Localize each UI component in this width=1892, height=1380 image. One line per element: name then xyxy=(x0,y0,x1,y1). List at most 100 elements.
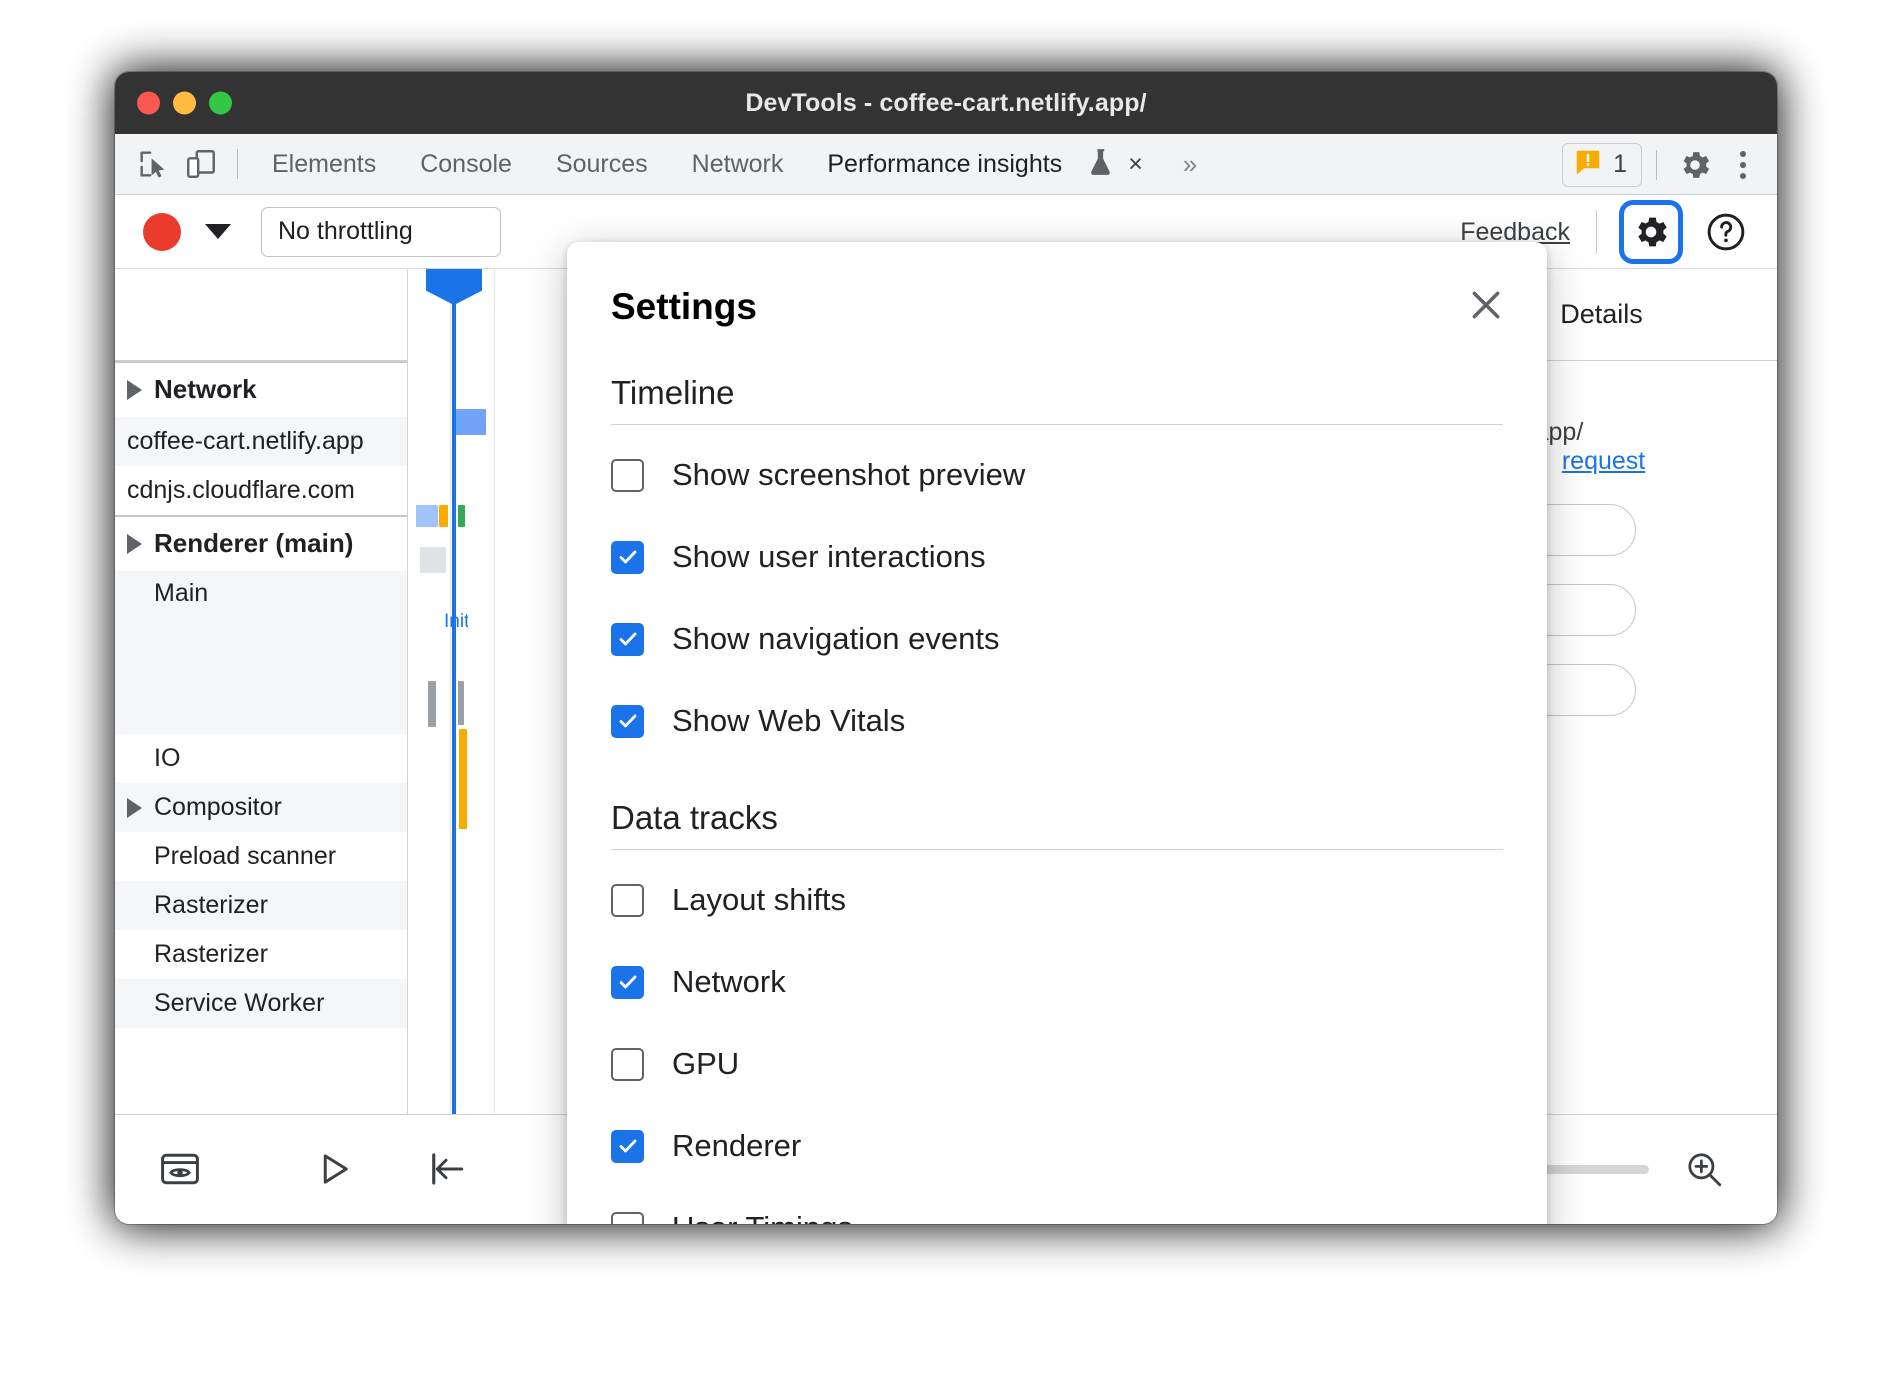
tab-sources[interactable]: Sources xyxy=(534,134,670,195)
checkbox-unchecked-icon[interactable] xyxy=(611,1212,644,1225)
sidebar-group-label: Renderer (main) xyxy=(154,528,353,559)
zoom-window-button[interactable] xyxy=(209,92,232,115)
checkbox-checked-icon[interactable] xyxy=(611,623,644,656)
help-circle-icon[interactable] xyxy=(1699,205,1753,259)
toolbar-divider-right xyxy=(1656,150,1657,180)
section-divider xyxy=(611,424,1503,425)
track-label: Service Worker xyxy=(154,989,324,1018)
timeline-bar xyxy=(428,681,436,727)
track-label: Compositor xyxy=(154,793,282,822)
sidebar-group-label: Network xyxy=(154,374,257,405)
close-tab-icon[interactable]: × xyxy=(1128,150,1143,179)
play-icon[interactable] xyxy=(299,1134,369,1204)
setting-renderer[interactable]: Renderer xyxy=(611,1114,1503,1178)
warning-badge[interactable]: 1 xyxy=(1562,143,1642,187)
more-tabs-icon[interactable]: » xyxy=(1183,149,1194,180)
track-label: Preload scanner xyxy=(154,842,336,871)
warning-count: 1 xyxy=(1613,150,1627,179)
inspect-icon[interactable] xyxy=(129,142,177,186)
triangle-right-icon xyxy=(127,798,142,818)
track-label: Main xyxy=(154,579,208,608)
tab-extra-controls: × » xyxy=(1088,147,1194,182)
toolbar-divider xyxy=(237,149,238,179)
jump-to-start-icon[interactable] xyxy=(411,1134,481,1204)
track-label: Rasterizer xyxy=(154,940,268,969)
zoom-in-icon[interactable] xyxy=(1669,1134,1739,1204)
timeline-bar xyxy=(452,409,486,435)
kebab-menu-icon[interactable] xyxy=(1723,143,1763,187)
minimize-window-button[interactable] xyxy=(173,92,196,115)
settings-dialog-header: Settings xyxy=(567,242,1547,328)
setting-gpu[interactable]: GPU xyxy=(611,1032,1503,1096)
setting-label: Renderer xyxy=(672,1128,801,1164)
setting-show-web-vitals[interactable]: Show Web Vitals xyxy=(611,689,1503,753)
section-divider xyxy=(611,849,1503,850)
sidebar-item-preload-scanner[interactable]: Preload scanner xyxy=(115,832,407,881)
playhead-flag-icon xyxy=(426,269,482,305)
tab-elements[interactable]: Elements xyxy=(250,134,398,195)
sidebar-item-service-worker[interactable]: Service Worker xyxy=(115,979,407,1028)
checkbox-checked-icon[interactable] xyxy=(611,966,644,999)
timeline-playhead[interactable] xyxy=(452,269,456,1114)
track-sidebar: Network coffee-cart.netlify.app cdnjs.cl… xyxy=(115,269,408,1114)
timeline-bar xyxy=(439,505,448,527)
track-label: coffee-cart.netlify.app xyxy=(127,427,364,456)
setting-layout-shifts[interactable]: Layout shifts xyxy=(611,868,1503,932)
devtools-window: DevTools - coffee-cart.netlify.app/ Elem… xyxy=(115,72,1777,1224)
checkbox-unchecked-icon[interactable] xyxy=(611,459,644,492)
close-icon[interactable] xyxy=(1459,278,1513,332)
track-label: IO xyxy=(154,744,180,773)
checkbox-checked-icon[interactable] xyxy=(611,1130,644,1163)
setting-show-navigation-events[interactable]: Show navigation events xyxy=(611,607,1503,671)
setting-label: Show screenshot preview xyxy=(672,457,1025,493)
tab-network[interactable]: Network xyxy=(670,134,806,195)
sidebar-item-compositor[interactable]: Compositor xyxy=(115,783,407,832)
sidebar-group-network[interactable]: Network xyxy=(115,361,407,417)
setting-show-user-interactions[interactable]: Show user interactions xyxy=(611,525,1503,589)
setting-label: Layout shifts xyxy=(672,882,846,918)
track-label: cdnjs.cloudflare.com xyxy=(127,476,355,505)
sidebar-item-coffee-cart[interactable]: coffee-cart.netlify.app xyxy=(115,417,407,466)
gear-icon[interactable] xyxy=(1671,143,1719,187)
section-title-data-tracks: Data tracks xyxy=(611,799,1503,837)
window-title: DevTools - coffee-cart.netlify.app/ xyxy=(115,89,1777,118)
checkbox-unchecked-icon[interactable] xyxy=(611,1048,644,1081)
timeline-bar xyxy=(458,681,464,725)
setting-label: Show Web Vitals xyxy=(672,703,905,739)
devtools-tabstrip: Elements Console Sources Network Perform… xyxy=(115,134,1777,195)
tab-console[interactable]: Console xyxy=(398,134,534,195)
sidebar-item-main[interactable]: Main xyxy=(115,571,407,734)
close-window-button[interactable] xyxy=(137,92,160,115)
setting-network[interactable]: Network xyxy=(611,950,1503,1014)
throttling-select[interactable]: No throttling xyxy=(261,207,501,257)
setting-label: Network xyxy=(672,964,786,1000)
sidebar-item-rasterizer-1[interactable]: Rasterizer xyxy=(115,881,407,930)
screenshot-preview-icon[interactable] xyxy=(145,1134,215,1204)
checkbox-checked-icon[interactable] xyxy=(611,541,644,574)
timeline-bar xyxy=(420,547,446,573)
settings-gear-button[interactable] xyxy=(1619,200,1683,264)
chevron-down-icon[interactable] xyxy=(205,224,231,239)
setting-show-screenshot-preview[interactable]: Show screenshot preview xyxy=(611,443,1503,507)
window-titlebar: DevTools - coffee-cart.netlify.app/ xyxy=(115,72,1777,134)
window-traffic-lights xyxy=(137,92,232,115)
setting-user-timings[interactable]: User Timings xyxy=(611,1196,1503,1224)
tab-performance-insights[interactable]: Performance insights xyxy=(805,134,1084,195)
toolbar-divider-perf xyxy=(1596,210,1597,254)
sidebar-item-cdnjs[interactable]: cdnjs.cloudflare.com xyxy=(115,466,407,515)
timeline-bar xyxy=(459,729,467,829)
section-title-timeline: Timeline xyxy=(611,374,1503,412)
record-circle-icon[interactable] xyxy=(143,213,181,251)
timeline-bar xyxy=(458,505,465,527)
flask-icon xyxy=(1088,147,1114,182)
sidebar-item-io[interactable]: IO xyxy=(115,734,407,783)
sidebar-item-rasterizer-2[interactable]: Rasterizer xyxy=(115,930,407,979)
details-request-link-2[interactable]: request xyxy=(1546,419,1661,475)
triangle-right-icon xyxy=(127,380,142,400)
sidebar-group-renderer[interactable]: Renderer (main) xyxy=(115,515,407,571)
device-toolbar-icon[interactable] xyxy=(177,142,225,186)
checkbox-unchecked-icon[interactable] xyxy=(611,884,644,917)
settings-dialog-body: Timeline Show screenshot preview Show us… xyxy=(567,374,1547,1224)
checkbox-checked-icon[interactable] xyxy=(611,705,644,738)
setting-label: GPU xyxy=(672,1046,739,1082)
